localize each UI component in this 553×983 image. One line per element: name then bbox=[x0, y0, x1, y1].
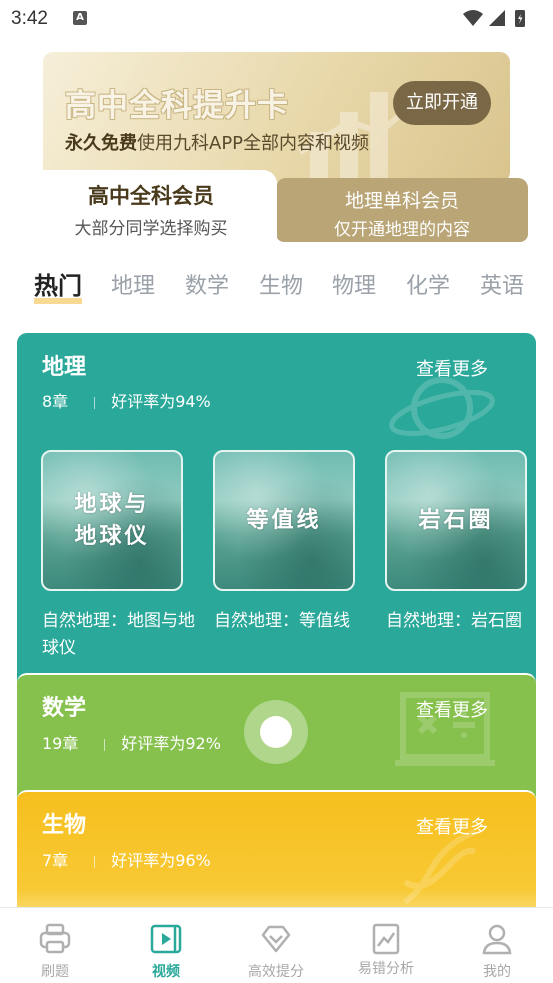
notification-icon: A bbox=[73, 11, 87, 25]
thumb-title-line: 地球与 bbox=[74, 491, 150, 517]
nav-label: 我的 bbox=[483, 964, 511, 980]
nav-label: 高效提分 bbox=[248, 964, 304, 980]
tab-geography-member[interactable]: 地理单科会员 仅开通地理的内容 bbox=[276, 178, 528, 242]
member-tab-title: 地理单科会员 bbox=[344, 190, 459, 212]
tab-physics[interactable]: 物理 bbox=[332, 268, 376, 300]
course-caption[interactable]: 自然地理：等值线 bbox=[214, 608, 374, 635]
chapter-count: 7章 bbox=[42, 851, 69, 870]
card-title: 地理 bbox=[42, 355, 87, 380]
thumb-title-line: 地球仪 bbox=[74, 523, 150, 549]
nav-practice[interactable]: 刷题 bbox=[0, 908, 110, 983]
tab-english[interactable]: 英语 bbox=[480, 268, 524, 300]
see-more-link[interactable]: 查看更多 bbox=[416, 813, 488, 839]
course-caption[interactable]: 自然地理：地图与地球仪 bbox=[42, 608, 202, 662]
nav-profile[interactable]: 我的 bbox=[442, 908, 552, 983]
chart-icon bbox=[372, 923, 400, 955]
card-meta: 7章 好评率为96% bbox=[42, 847, 211, 871]
card-title: 生物 bbox=[42, 813, 87, 838]
tab-biology[interactable]: 生物 bbox=[259, 268, 303, 300]
nav-label: 易错分析 bbox=[358, 961, 414, 977]
thumb-title-line: 岩石圈 bbox=[418, 507, 494, 533]
printer-icon bbox=[39, 923, 71, 954]
nav-error-analysis[interactable]: 易错分析 bbox=[331, 908, 441, 983]
thumb-title-line: 等值线 bbox=[246, 507, 322, 533]
nav-label: 刷题 bbox=[41, 964, 69, 980]
tab-math[interactable]: 数学 bbox=[185, 268, 229, 300]
nav-label: 视频 bbox=[152, 964, 180, 980]
status-bar: 3:42 A bbox=[0, 0, 553, 38]
course-thumbnail[interactable]: 地球与 地球仪 bbox=[41, 450, 183, 591]
card-title: 数学 bbox=[42, 696, 87, 721]
bottom-navigation: 刷题 视频 高效提分 易错分析 我的 bbox=[0, 907, 553, 983]
nav-video[interactable]: 视频 bbox=[111, 908, 221, 983]
activate-now-button[interactable]: 立即开通 bbox=[393, 81, 491, 125]
rating-text: 好评率为96% bbox=[111, 851, 211, 870]
rating-text: 好评率为92% bbox=[121, 734, 221, 753]
tab-geography[interactable]: 地理 bbox=[111, 268, 155, 300]
rating-text: 好评率为94% bbox=[111, 392, 211, 411]
diamond-check-icon bbox=[261, 925, 291, 953]
member-tab-desc: 大部分同学选择购买 bbox=[74, 219, 228, 239]
banner-subtitle: 永久免费使用九科APP全部内容和视频 bbox=[65, 129, 369, 155]
chapter-count: 8章 bbox=[42, 392, 69, 411]
member-tab-title: 高中全科会员 bbox=[88, 184, 214, 208]
promo-banner[interactable]: 高中全科提升卡 永久免费使用九科APP全部内容和视频 立即开通 bbox=[43, 52, 510, 182]
geography-card: 地理 查看更多 8章 好评率为94% 地球与地球仪 等值线 岩石圈 自然地理：地图… bbox=[17, 333, 536, 693]
banner-sub-highlight: 永久免费 bbox=[65, 133, 137, 154]
see-more-link[interactable]: 查看更多 bbox=[416, 355, 488, 381]
member-tab-desc: 仅开通地理的内容 bbox=[334, 220, 470, 240]
banner-title: 高中全科提升卡 bbox=[65, 88, 289, 124]
signal-icon bbox=[489, 10, 505, 26]
user-icon bbox=[482, 924, 512, 955]
status-time: 3:42 bbox=[11, 8, 48, 29]
tab-hot[interactable]: 热门 bbox=[34, 266, 82, 304]
see-more-link[interactable]: 查看更多 bbox=[416, 696, 488, 722]
nav-score-boost[interactable]: 高效提分 bbox=[221, 908, 331, 983]
floating-assistive-button[interactable] bbox=[244, 700, 308, 764]
card-meta: 19章 好评率为92% bbox=[42, 730, 221, 754]
wifi-icon bbox=[463, 10, 483, 26]
chapter-count: 19章 bbox=[42, 734, 79, 753]
video-icon bbox=[150, 924, 182, 954]
subject-tabs: 热门 地理 数学 生物 物理 化学 英语 bbox=[34, 268, 534, 308]
course-caption[interactable]: 自然地理：岩石圈 bbox=[386, 608, 536, 635]
tab-chemistry[interactable]: 化学 bbox=[406, 268, 450, 300]
card-meta: 8章 好评率为94% bbox=[42, 388, 211, 412]
course-thumbnail[interactable]: 岩石圈 bbox=[385, 450, 527, 591]
course-thumbnail[interactable]: 等值线 bbox=[213, 450, 355, 591]
status-icons bbox=[463, 10, 525, 27]
tab-all-subjects-member[interactable]: 高中全科会员 大部分同学选择购买 bbox=[25, 170, 277, 250]
banner-sub-text: 使用九科APP全部内容和视频 bbox=[137, 133, 370, 154]
